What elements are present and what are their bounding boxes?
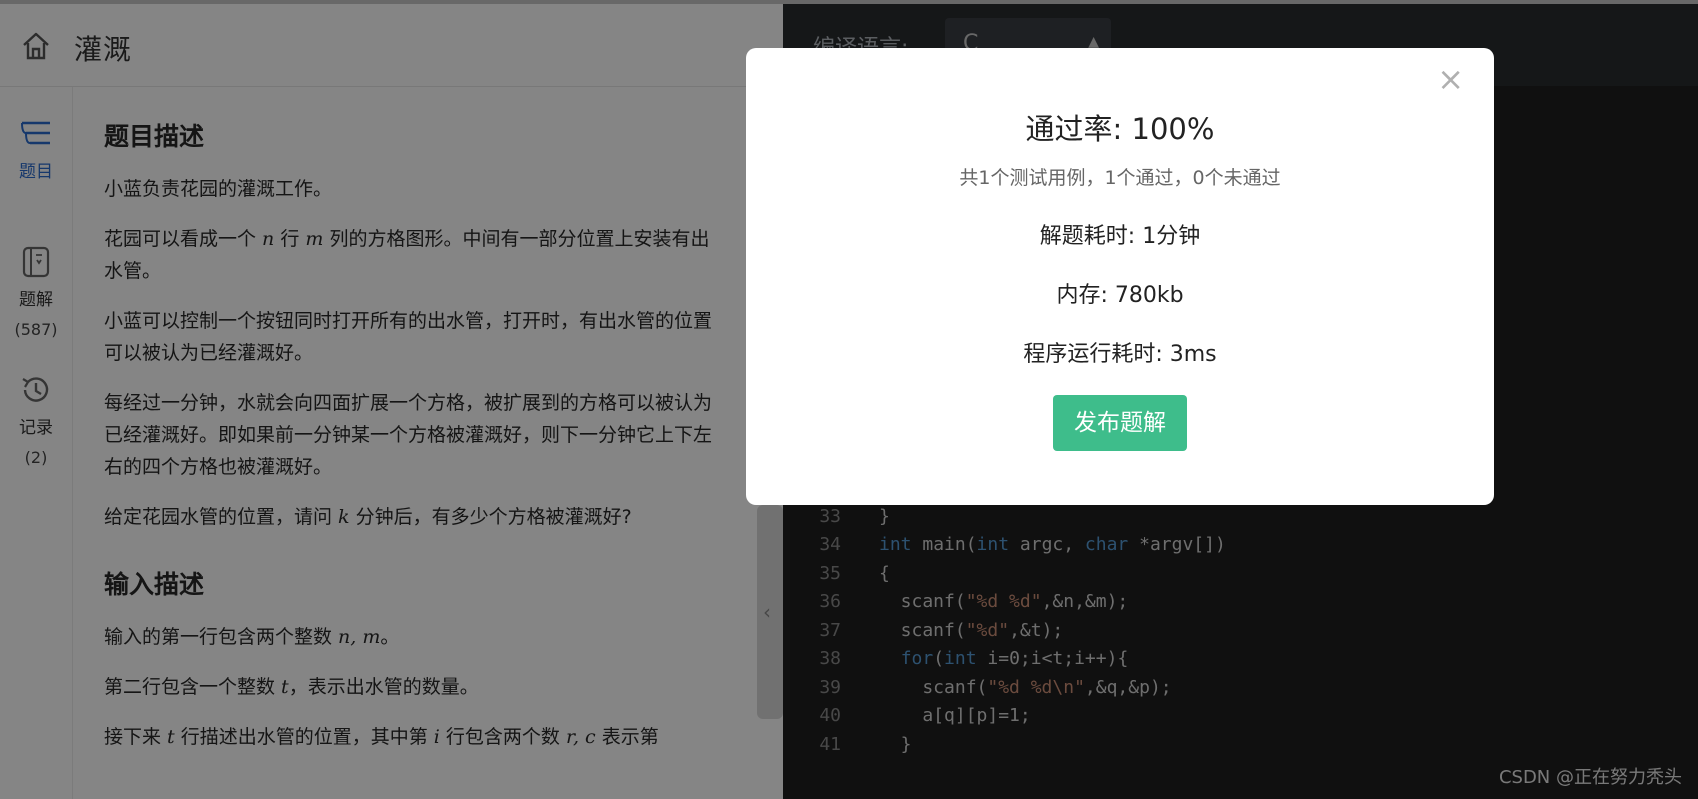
result-dialog: × 通过率: 100% 共1个测试用例，1个通过，0个未通过 解题耗时: 1分钟…	[746, 48, 1494, 505]
pass-rate: 通过率: 100%	[1025, 112, 1215, 146]
publish-solution-button[interactable]: 发布题解	[1053, 395, 1187, 451]
memory-usage: 内存: 780kb	[1056, 283, 1184, 308]
close-icon[interactable]: ×	[1437, 60, 1464, 98]
test-case-summary: 共1个测试用例，1个通过，0个未通过	[959, 167, 1281, 189]
run-time: 程序运行耗时: 3ms	[1023, 342, 1217, 367]
solve-time: 解题耗时: 1分钟	[1039, 224, 1201, 249]
